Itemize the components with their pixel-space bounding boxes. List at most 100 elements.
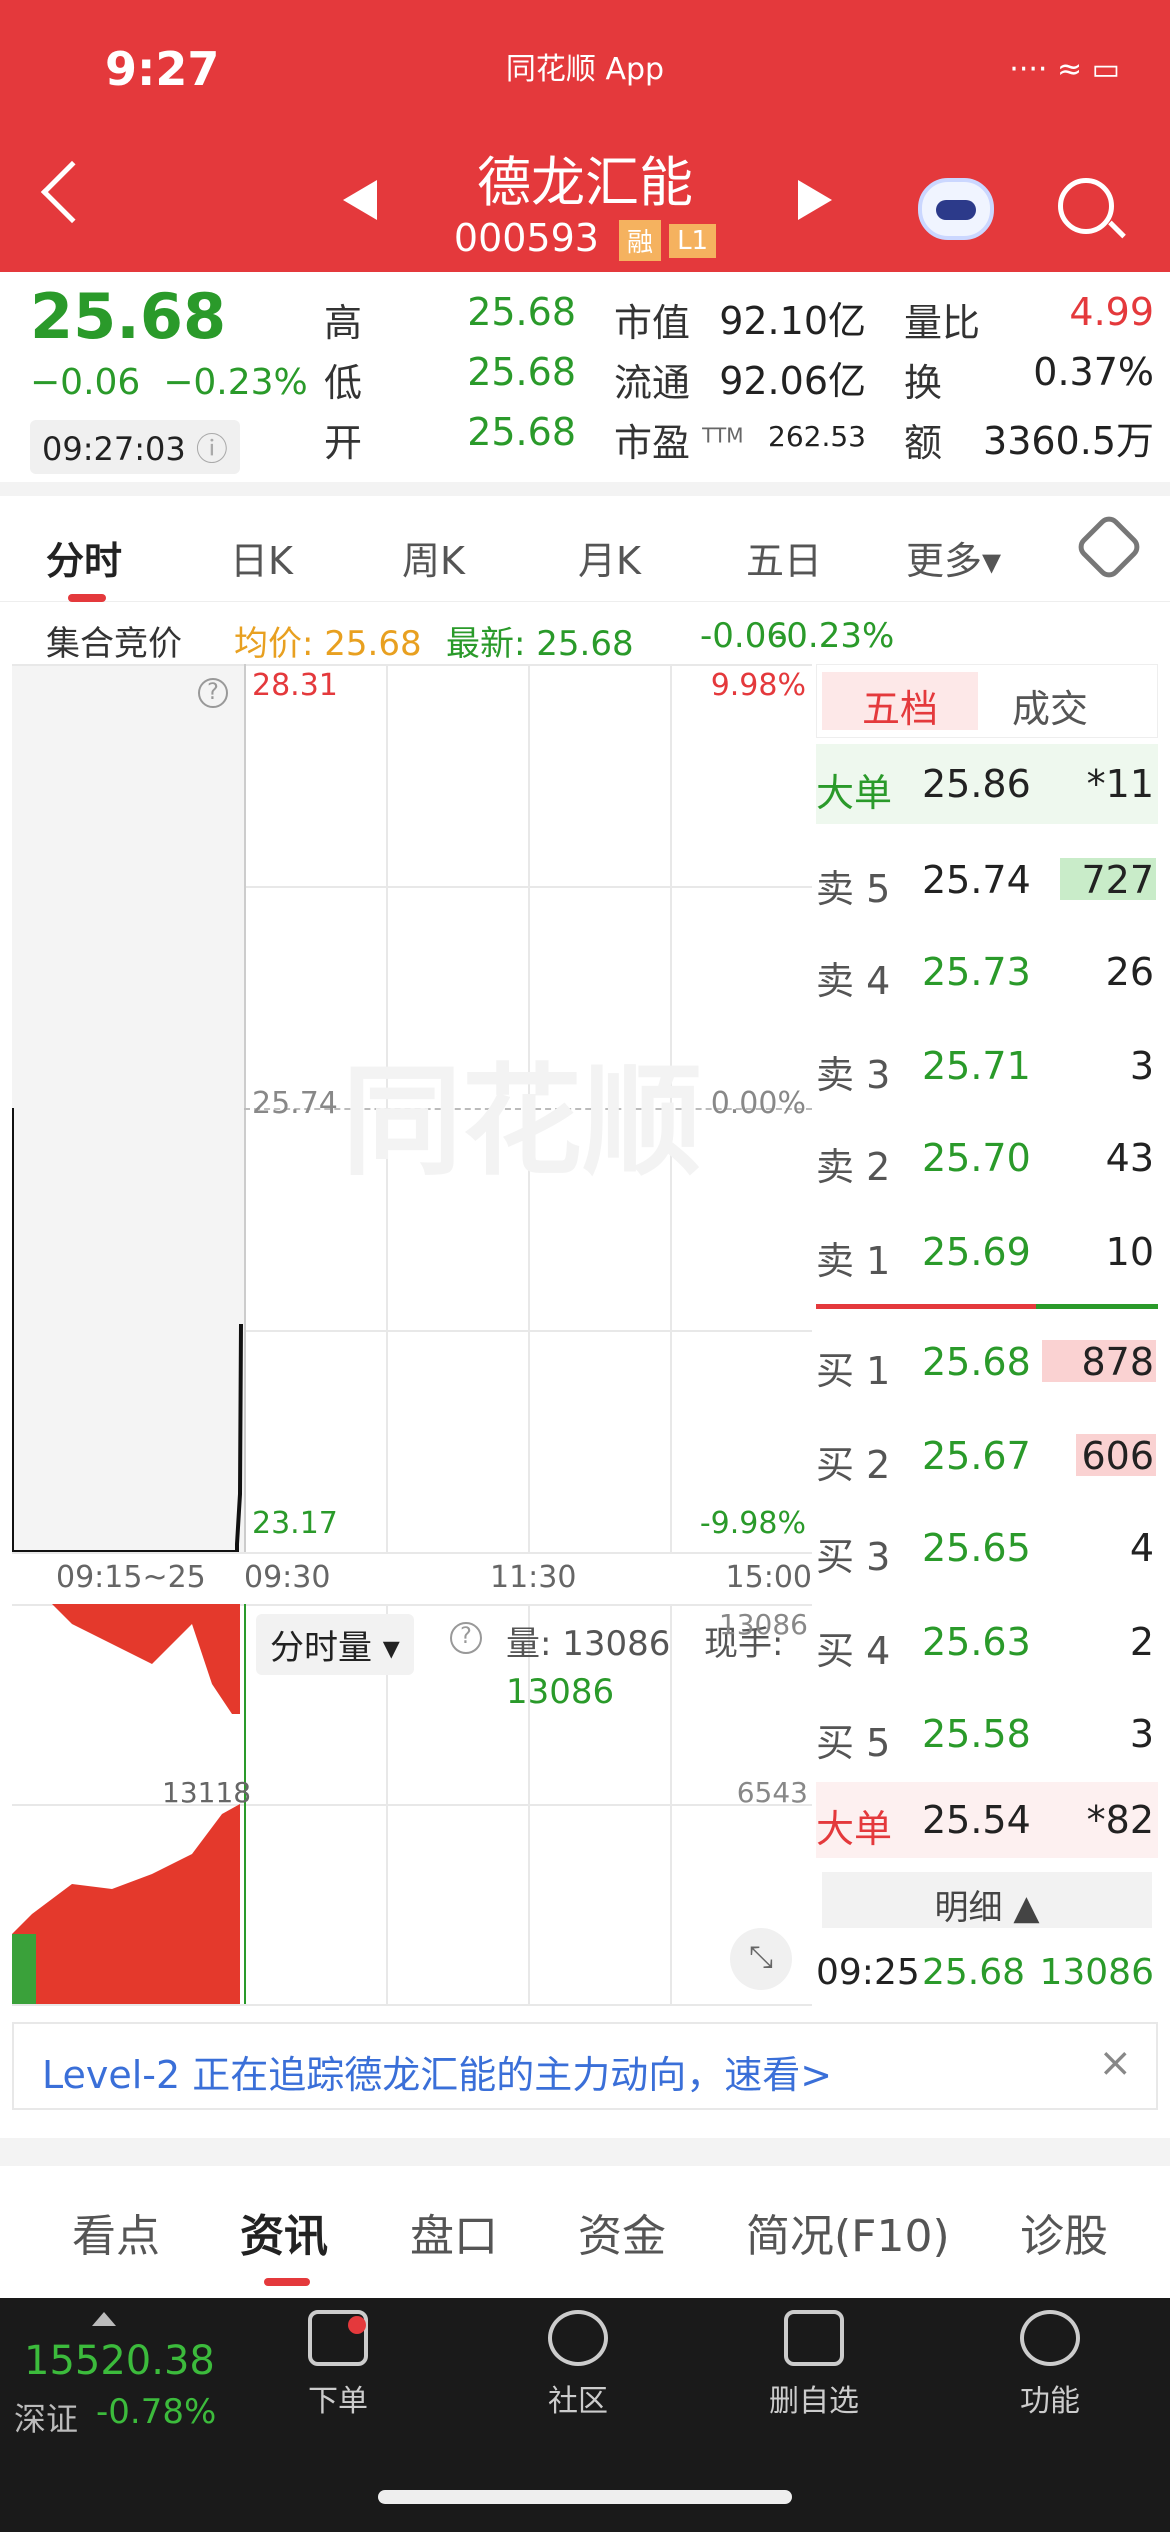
status-app-name: 同花顺 App — [505, 52, 665, 87]
remove-watchlist-button[interactable]: 删自选 — [734, 2310, 894, 2420]
bid-3-label: 买 3 — [816, 1535, 891, 1579]
change-value: −0.06 — [30, 362, 141, 403]
tab-intraday[interactable]: 分时 — [46, 530, 122, 585]
ask-4-vol: 26 — [1105, 950, 1154, 994]
pe-sup: TTM — [702, 423, 744, 448]
axis-mid-pct: 0.00% — [710, 1086, 806, 1121]
fullscreen-icon[interactable]: ⤡ — [730, 1928, 792, 1990]
tab2-underline — [264, 2278, 310, 2286]
big-sell-row: 大单 25.86 *11 — [816, 744, 1158, 824]
bid-1-vol: 878 — [1081, 1340, 1154, 1384]
tab-underline — [68, 594, 106, 602]
margin-tag: 融 — [619, 220, 662, 261]
bid-5-vol: 3 — [1129, 1712, 1154, 1756]
tab-five-levels[interactable]: 五档 — [822, 672, 978, 731]
trade-row: 09:25 25.68 13086 — [816, 1944, 1158, 2004]
tab-news[interactable]: 资讯 — [240, 2200, 328, 2264]
bid-2-label: 买 2 — [816, 1443, 891, 1487]
axis-top-price: 28.31 — [252, 668, 338, 703]
big-buy-price: 25.54 — [922, 1798, 1031, 1842]
remove-watchlist-icon — [784, 2310, 844, 2366]
ask-5-vol: 727 — [1081, 858, 1154, 902]
tab-handicap[interactable]: 盘口 — [410, 2200, 498, 2264]
close-icon[interactable]: × — [1098, 2040, 1132, 2086]
community-label: 社区 — [548, 2384, 608, 2419]
big-sell-label: 大单 — [816, 771, 893, 815]
quote-time: 09:27:03 ⓘ — [30, 420, 240, 474]
tab-f10[interactable]: 简况(F10) — [746, 2200, 950, 2264]
order-book: 五档 成交 大单 25.86 *11 卖 5 25.74 727 卖 4 25.… — [816, 664, 1158, 2004]
ask-3-row: 卖 3 25.71 3 — [816, 1036, 1158, 1097]
tab-week-k[interactable]: 周K — [402, 530, 465, 585]
tab-month-k[interactable]: 月K — [578, 530, 641, 585]
level2-banner[interactable]: Level-2 正在追踪德龙汇能的主力动向，速看> × — [12, 2022, 1158, 2110]
mktcap-value: 92.10亿 — [719, 299, 866, 343]
pe-label-text: 市盈 — [614, 421, 691, 465]
community-button[interactable]: 社区 — [498, 2310, 658, 2420]
bid-3-row: 买 3 25.65 4 — [816, 1518, 1158, 1579]
functions-label: 功能 — [1020, 2384, 1080, 2419]
bid-4-row: 买 4 25.63 2 — [816, 1612, 1158, 1673]
latest-pct: -0.23% — [774, 616, 895, 656]
index-pct: -0.78% — [96, 2392, 217, 2432]
ask-2-row: 卖 2 25.70 43 — [816, 1128, 1158, 1189]
amount-label: 额 — [904, 421, 943, 465]
trade-price: 25.68 — [922, 1952, 1026, 1993]
assistant-robot-icon[interactable] — [918, 178, 994, 240]
search-icon[interactable] — [1058, 178, 1114, 234]
index-expand-icon[interactable] — [92, 2312, 116, 2326]
remove-watchlist-label: 删自选 — [769, 2384, 859, 2419]
trade-time: 09:25 — [816, 1952, 920, 1993]
tab-diagnosis[interactable]: 诊股 — [1020, 2200, 1108, 2264]
float-label: 流通 — [614, 361, 691, 405]
watermark: 同花顺 — [342, 1053, 702, 1192]
axis-mid-price: 25.74 — [252, 1086, 338, 1121]
buy-sell-ratio-green — [1036, 1304, 1158, 1309]
tab-funds[interactable]: 资金 — [578, 2200, 666, 2264]
vol-type-text: 分时量 — [270, 1628, 372, 1668]
tab-more[interactable]: 更多▾ — [906, 530, 1001, 585]
tab-five-day[interactable]: 五日 — [746, 530, 822, 585]
high-label: 高 — [324, 301, 363, 345]
home-indicator[interactable] — [378, 2490, 792, 2504]
avg-price: 均价: 25.68 — [234, 624, 422, 664]
info-icon[interactable]: ⓘ — [196, 430, 228, 468]
vol-type-select[interactable]: 分时量 ▾ — [256, 1614, 414, 1675]
x-label-auction: 09:15~25 — [56, 1560, 206, 1595]
tab-highlights[interactable]: 看点 — [72, 2200, 160, 2264]
float-value: 92.06亿 — [719, 359, 866, 403]
divider — [0, 482, 1170, 496]
bid-3-vol: 4 — [1129, 1526, 1154, 1570]
index-name: 深证 — [14, 2400, 79, 2438]
vol-help-icon[interactable]: ? — [450, 1622, 482, 1654]
vol-value: 13086 — [506, 1672, 615, 1712]
ask-3-label: 卖 3 — [816, 1053, 891, 1097]
bid-2-vol: 606 — [1081, 1434, 1154, 1478]
ask-2-vol: 43 — [1105, 1136, 1154, 1180]
open-label: 开 — [324, 421, 363, 465]
trade-vol: 13086 — [1039, 1952, 1154, 1993]
ask-5-label: 卖 5 — [816, 867, 891, 911]
ask-4-row: 卖 4 25.73 26 — [816, 942, 1158, 1003]
x-label-open: 09:30 — [244, 1560, 331, 1595]
community-icon — [548, 2310, 608, 2366]
tab-day-k[interactable]: 日K — [230, 530, 293, 585]
bid-2-price: 25.67 — [922, 1434, 1031, 1478]
vol-label: 量: 13086 — [506, 1624, 671, 1664]
vol-axis-max: 13086 — [718, 1608, 808, 1641]
detail-toggle[interactable]: 明细 ▲ — [822, 1872, 1152, 1928]
functions-button[interactable]: 功能 — [970, 2310, 1130, 2420]
app-header: 9:27 同花顺 App ···· ≈ ▭ 德龙汇能 000593 融 L1 — [0, 0, 1170, 272]
ask-5-price: 25.74 — [922, 858, 1031, 902]
axis-bot-price: 23.17 — [252, 1506, 338, 1541]
order-button[interactable]: 下单 — [258, 2310, 418, 2420]
axis-top-pct: 9.98% — [710, 668, 806, 703]
pe-label: 市盈 TTM — [614, 412, 743, 467]
intraday-chart[interactable]: 同花顺 ? 28.31 9.98% 25.74 0.00% 23.17 -9.9… — [12, 664, 812, 2006]
bid-5-label: 买 5 — [816, 1721, 891, 1765]
bid-1-label: 买 1 — [816, 1349, 891, 1393]
divider-2 — [0, 2138, 1170, 2166]
status-icons: ···· ≈ ▭ — [1009, 52, 1120, 87]
index-value[interactable]: 15520.38 — [24, 2338, 215, 2384]
tab-trades[interactable]: 成交 — [1012, 678, 1088, 733]
